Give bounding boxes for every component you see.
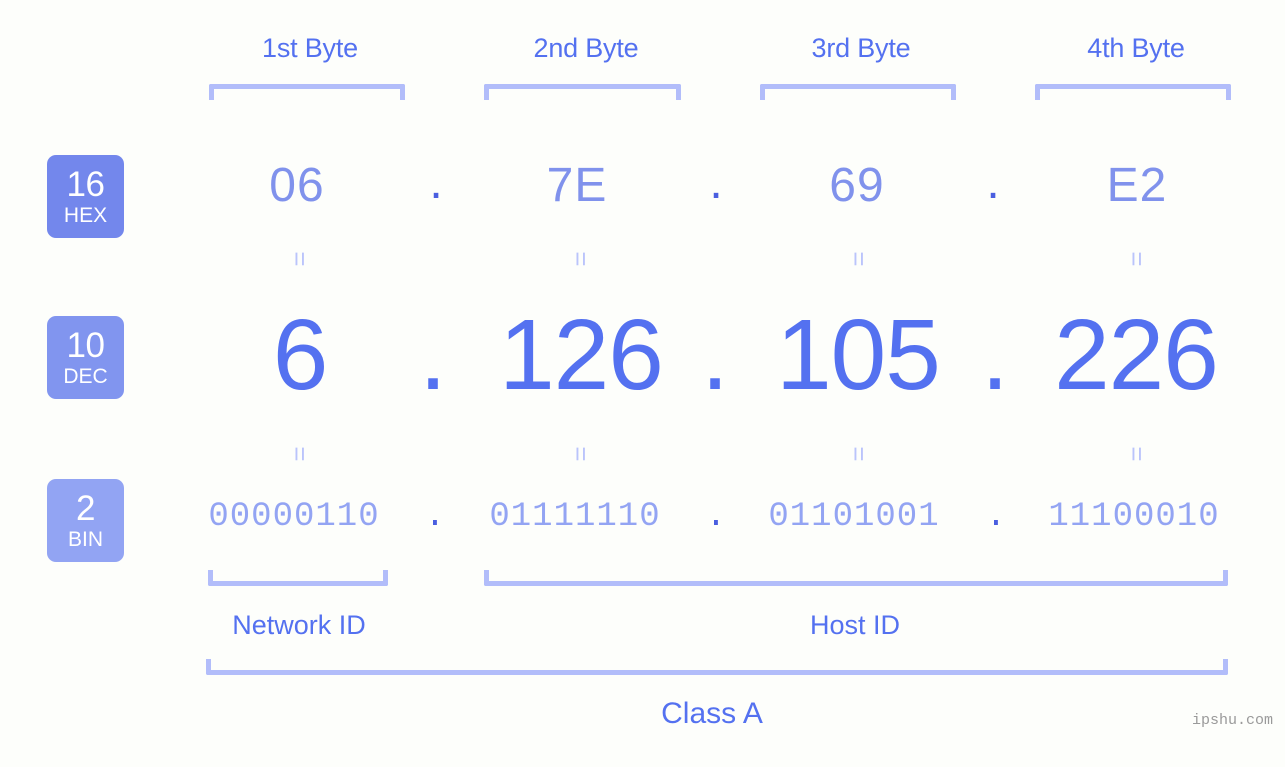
byte-bracket-2	[484, 84, 681, 100]
equals-mark-1-3: =	[844, 251, 874, 267]
equals-mark-1-4: =	[1122, 251, 1152, 267]
hex-separator-3: .	[986, 156, 1000, 209]
dec-byte-1: 6	[272, 299, 329, 411]
byte-header-label-1: 1st Byte	[262, 33, 358, 63]
dec-separator-2: .	[701, 299, 729, 411]
equals-mark-2-3: =	[844, 446, 874, 462]
base-badge-hex-abbr: HEX	[63, 204, 108, 227]
hex-separator-2: .	[709, 156, 723, 209]
ip-byte-breakdown-diagram: 1st Byte 2nd Byte 3rd Byte 4th Byte 16 H…	[0, 0, 1285, 767]
dec-separator-1: .	[419, 299, 447, 411]
base-badge-hex: 16 HEX	[47, 155, 124, 238]
host-id-bracket	[484, 570, 1228, 586]
bin-byte-1: 00000110	[208, 498, 380, 536]
bin-byte-4: 11100010	[1048, 498, 1220, 536]
network-id-bracket	[208, 570, 388, 586]
hex-byte-1: 06	[269, 159, 325, 212]
dec-separator-3: .	[981, 299, 1009, 411]
bin-byte-2: 01111110	[489, 498, 661, 536]
equals-mark-2-4: =	[1122, 446, 1152, 462]
equals-mark-1-2: =	[566, 251, 596, 267]
base-badge-bin: 2 BIN	[47, 479, 124, 562]
base-badge-bin-abbr: BIN	[67, 528, 103, 551]
byte-header-label-4: 4th Byte	[1087, 33, 1185, 63]
equals-mark-2-2: =	[566, 446, 596, 462]
byte-header-label-3: 3rd Byte	[811, 33, 911, 63]
byte-header-label-2: 2nd Byte	[533, 33, 639, 63]
hex-separator-1: .	[429, 156, 443, 209]
byte-bracket-3	[760, 84, 956, 100]
equals-mark-1-1: =	[285, 251, 315, 267]
hex-byte-3: 69	[829, 159, 885, 212]
hex-byte-4: E2	[1106, 159, 1168, 212]
base-badge-dec: 10 DEC	[47, 316, 124, 399]
byte-bracket-1	[209, 84, 405, 100]
base-badge-dec-number: 10	[66, 326, 105, 365]
host-id-label: Host ID	[809, 610, 901, 640]
bin-separator-1: .	[424, 498, 446, 536]
hex-byte-2: 7E	[546, 159, 608, 212]
base-badge-dec-abbr: DEC	[63, 365, 108, 388]
dec-byte-2: 126	[499, 299, 664, 411]
dec-byte-3: 105	[776, 299, 941, 411]
network-id-label: Network ID	[232, 610, 366, 640]
class-bracket	[206, 659, 1228, 675]
site-watermark: ipshu.com	[1191, 712, 1273, 729]
equals-mark-2-1: =	[285, 446, 315, 462]
bin-separator-3: .	[985, 498, 1007, 536]
base-badge-bin-number: 2	[76, 489, 95, 528]
class-label: Class A	[661, 697, 763, 730]
dec-byte-4: 226	[1054, 299, 1219, 411]
byte-bracket-4	[1035, 84, 1231, 100]
bin-byte-3: 01101001	[768, 498, 940, 536]
base-badge-hex-number: 16	[66, 165, 105, 204]
bin-separator-2: .	[705, 498, 727, 536]
